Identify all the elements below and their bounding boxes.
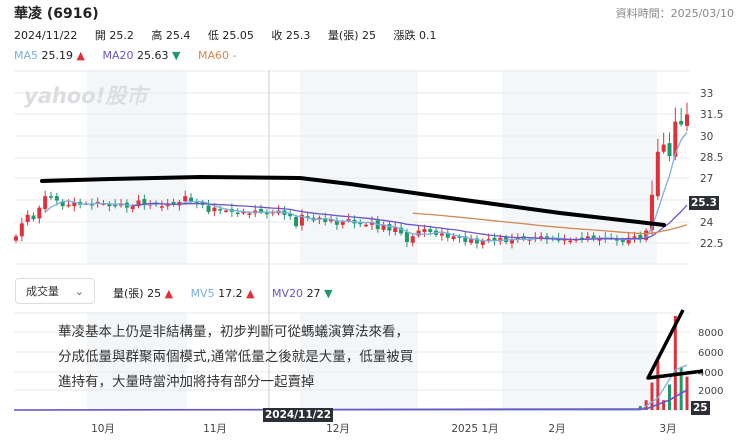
stock-chart-widget: 華凌 (6916) 資料時間：2025/03/10 2024/11/22 開 2…	[0, 0, 740, 447]
candle-body	[685, 114, 689, 126]
candle-body	[159, 206, 164, 208]
candle-body	[620, 239, 625, 243]
candle-body	[49, 196, 54, 198]
x-axis-label: 10月	[91, 423, 115, 435]
candle-body	[469, 239, 474, 243]
price-tick-label: 22.5	[700, 238, 723, 250]
price-tick-label: 28.5	[700, 152, 723, 164]
volume-tick-label: 8000	[698, 328, 723, 339]
candle-body	[259, 209, 264, 212]
candle-body	[247, 213, 252, 215]
candle-body	[294, 216, 299, 227]
candle-body	[235, 212, 240, 215]
volume-tick-label: 2000	[698, 386, 723, 397]
mv5-legend: MV5 17.2 ▲	[190, 287, 255, 300]
candle-body	[212, 207, 217, 212]
candle-body	[14, 236, 18, 241]
volume-badge: 25	[691, 401, 710, 415]
candle-body	[404, 232, 409, 243]
candle-body	[31, 215, 36, 220]
candle-body	[340, 221, 345, 225]
candle-body	[364, 224, 369, 227]
candle-body	[66, 204, 71, 207]
crosshair-date-badge: 2024/11/22	[263, 408, 334, 422]
month-band	[300, 70, 418, 264]
candle-body	[667, 143, 672, 157]
candle-body	[679, 120, 684, 125]
candle-body	[428, 229, 433, 233]
volume-tick-label: 6000	[698, 348, 723, 359]
candle-body	[416, 230, 421, 236]
yahoo-watermark: yahoo!股市	[24, 84, 148, 108]
candle-body	[346, 219, 351, 221]
candle-body	[422, 229, 427, 233]
candle-body	[113, 204, 118, 207]
candle-body	[25, 214, 30, 222]
candle-body	[655, 151, 660, 197]
price-tick-label: 31.5	[700, 109, 723, 121]
x-axis-label: 11月	[203, 423, 227, 435]
price-tick-label: 30	[700, 131, 713, 143]
price-tick-label: 33	[700, 88, 713, 100]
candle-body	[632, 236, 637, 238]
price-badge: 25.3	[689, 196, 719, 210]
vol-legend: 量(張) 25 ▲	[113, 287, 174, 300]
candle-body	[183, 196, 188, 202]
chevron-down-icon: ⌄	[74, 284, 84, 298]
volume-bar	[667, 384, 671, 410]
candle-body	[661, 144, 666, 152]
month-band	[502, 70, 657, 264]
candle-body	[410, 236, 415, 243]
x-axis-label: 2月	[548, 423, 565, 435]
candle-body	[264, 212, 269, 215]
candle-body	[206, 205, 211, 212]
dropdown-label: 成交量	[26, 285, 59, 298]
candle-body	[387, 224, 392, 231]
candle-body	[218, 209, 223, 211]
candle-body	[451, 236, 456, 240]
indicator-dropdown[interactable]: 成交量 ⌄	[15, 278, 95, 304]
volume-bar	[685, 376, 689, 410]
candle-body	[224, 210, 229, 213]
price-tick-label: 24	[700, 217, 714, 229]
candle-body	[19, 223, 24, 237]
price-tick-label: 27	[700, 173, 713, 185]
candle-body	[130, 206, 135, 210]
candle-body	[37, 207, 42, 219]
candle-body	[43, 196, 48, 210]
mv20-legend: MV20 27 ▼	[272, 287, 333, 300]
month-band	[502, 312, 657, 410]
volume-bar	[656, 361, 660, 410]
candle-body	[439, 233, 444, 236]
volume-legend: 量(張) 25 ▲ MV5 17.2 ▲ MV20 27 ▼	[113, 285, 347, 301]
candle-body	[568, 240, 573, 243]
x-axis-label: 3月	[659, 423, 676, 435]
candle-body	[54, 196, 59, 201]
x-axis-label: 12月	[326, 423, 350, 435]
x-axis-label: 2025 1月	[451, 423, 498, 435]
candle-body	[393, 227, 398, 233]
annotation-note: 華凌基本上仍是非結構量，初步判斷可從螞蟻演算法來看，分成低量與群聚兩個模式,通常…	[58, 324, 414, 390]
